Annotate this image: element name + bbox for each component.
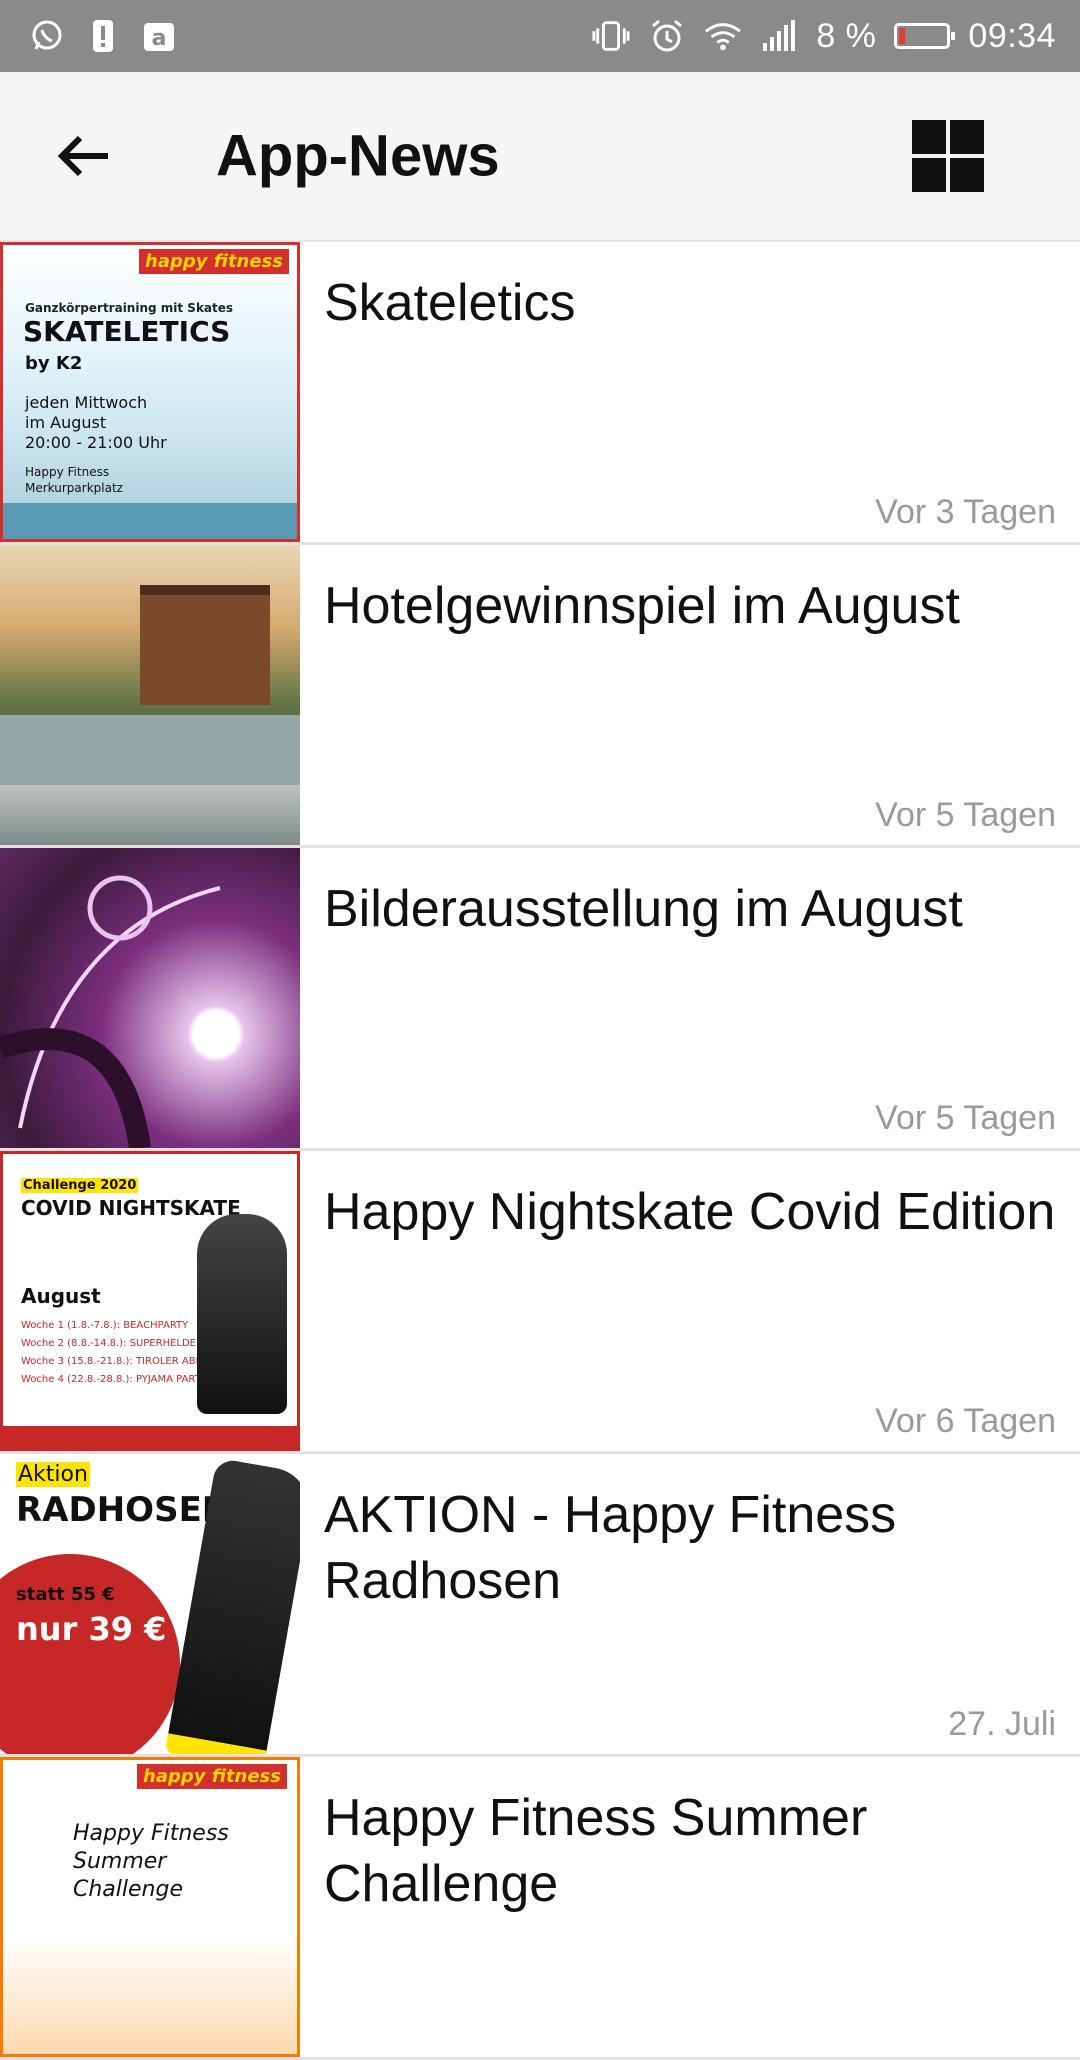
thumb-tag: Challenge 2020 xyxy=(21,1178,139,1193)
thumb-headline: RADHOSEN xyxy=(16,1490,231,1530)
news-list: happy fitness Ganzkörpertraining mit Ska… xyxy=(0,242,1080,2060)
news-title: Hotelgewinnspiel im August xyxy=(324,577,960,635)
news-thumbnail: happy fitness Ganzkörpertraining mit Ska… xyxy=(0,242,300,542)
app-bar: App-News xyxy=(0,72,1080,242)
news-title: Bilderausstellung im August xyxy=(324,880,963,938)
thumb-byline: by K2 xyxy=(25,353,83,374)
whatsapp-icon xyxy=(28,17,66,55)
thumb-script: Happy Fitness Summer Challenge xyxy=(73,1821,229,1902)
status-bar: a 8 % 09:34 xyxy=(0,0,1080,72)
news-thumbnail xyxy=(0,545,300,845)
news-item-skateletics[interactable]: happy fitness Ganzkörpertraining mit Ska… xyxy=(0,242,1080,545)
battery-percent: 8 % xyxy=(816,16,877,55)
news-title: Happy Fitness Summer Challenge xyxy=(324,1789,868,1913)
news-title: Happy Nightskate Covid Edition xyxy=(324,1183,1056,1241)
news-item-bilderausstellung[interactable]: Bilderausstellung im August Vor 5 Tagen xyxy=(0,848,1080,1151)
thumb-info: Happy Fitness xyxy=(25,465,110,479)
status-bar-system: 8 % 09:34 xyxy=(592,17,1056,56)
status-bar-notifications: a xyxy=(28,17,178,55)
news-thumbnail xyxy=(0,848,300,1148)
thumb-info: im August xyxy=(25,413,107,432)
svg-text:a: a xyxy=(152,26,167,51)
news-text: Bilderausstellung im August Vor 5 Tagen xyxy=(300,848,1080,1148)
news-date: Vor 5 Tagen xyxy=(875,796,1056,834)
wifi-icon xyxy=(704,17,742,55)
news-thumbnail: happy fitness Happy Fitness Summer Chall… xyxy=(0,1757,300,2057)
news-item-nightskate[interactable]: Challenge 2020 COVID NIGHTSKATE August W… xyxy=(0,1151,1080,1454)
vibrate-icon xyxy=(592,17,630,55)
amazon-icon: a xyxy=(140,17,178,55)
news-date: 27. Juli xyxy=(948,1705,1056,1743)
news-title: AKTION - Happy Fitness Radhosen xyxy=(324,1486,897,1610)
brand-logo: happy fitness xyxy=(137,1764,287,1789)
battery-icon xyxy=(894,23,956,49)
thumb-headline: SKATELETICS xyxy=(23,315,231,348)
news-text: Hotelgewinnspiel im August Vor 5 Tagen xyxy=(300,545,1080,845)
signal-icon xyxy=(760,17,798,55)
news-date: Vor 5 Tagen xyxy=(875,1099,1056,1137)
thumb-info: Merkurparkplatz xyxy=(25,481,123,495)
thumb-old-price: statt 55 € xyxy=(16,1584,115,1605)
alert-icon xyxy=(84,17,122,55)
news-thumbnail: Challenge 2020 COVID NIGHTSKATE August W… xyxy=(0,1151,300,1451)
thumb-headline: COVID NIGHTSKATE xyxy=(21,1196,241,1220)
thumb-month: August xyxy=(21,1284,101,1308)
thumb-info: jeden Mittwoch xyxy=(25,393,148,412)
thumb-info: 20:00 - 21:00 Uhr xyxy=(25,433,167,452)
clock: 09:34 xyxy=(968,16,1056,55)
brand-logo: happy fitness xyxy=(139,249,289,274)
news-text: Happy Nightskate Covid Edition Vor 6 Tag… xyxy=(300,1151,1080,1451)
thumb-tag: Aktion xyxy=(16,1462,90,1487)
alarm-icon xyxy=(648,17,686,55)
news-text: AKTION - Happy Fitness Radhosen 27. Juli xyxy=(300,1454,1080,1754)
thumb-line: Ganzkörpertraining mit Skates xyxy=(25,301,234,315)
thumb-week: Woche 4 (22.8.-28.8.): PYJAMA PARTY xyxy=(21,1374,207,1385)
thumb-week: Woche 1 (1.8.-7.8.): BEACHPARTY xyxy=(21,1320,189,1331)
arrow-left-icon xyxy=(57,135,108,177)
news-thumbnail: Aktion RADHOSEN statt 55 € nur 39 € xyxy=(0,1454,300,1754)
news-date: Vor 3 Tagen xyxy=(875,493,1056,531)
news-text: Skateletics Vor 3 Tagen xyxy=(300,242,1080,542)
news-item-radhosen[interactable]: Aktion RADHOSEN statt 55 € nur 39 € AKTI… xyxy=(0,1454,1080,1757)
news-text: Happy Fitness Summer Challenge xyxy=(300,1757,1080,2057)
back-button[interactable] xyxy=(52,124,116,188)
page-title: App-News xyxy=(216,123,500,189)
news-item-hotelgewinnspiel[interactable]: Hotelgewinnspiel im August Vor 5 Tagen xyxy=(0,545,1080,848)
news-date: Vor 6 Tagen xyxy=(875,1402,1056,1440)
grid-icon xyxy=(912,120,984,192)
thumb-new-price: nur 39 € xyxy=(16,1610,167,1648)
thumb-week: Woche 2 (8.8.-14.8.): SUPERHELDEN xyxy=(21,1338,204,1349)
news-item-summer-challenge[interactable]: happy fitness Happy Fitness Summer Chall… xyxy=(0,1757,1080,2060)
news-title: Skateletics xyxy=(324,274,576,332)
thumb-week: Woche 3 (15.8.-21.8.): TIROLER ABEND xyxy=(21,1356,218,1367)
grid-view-button[interactable] xyxy=(912,120,984,192)
